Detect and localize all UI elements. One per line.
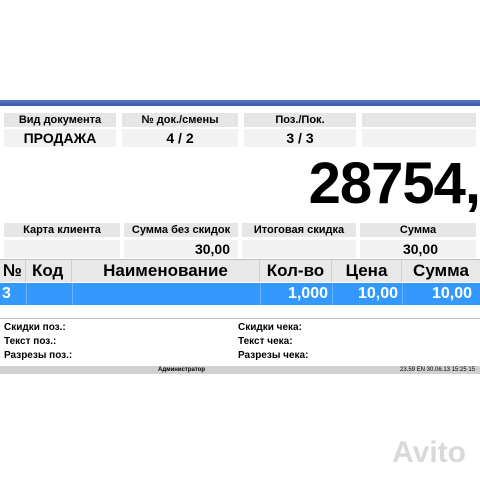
info-top-border [0,318,480,319]
row-divider [26,283,27,305]
doc-number-value: 4 / 2 [122,129,238,147]
sum-no-discount-value: 30,00 [124,240,238,258]
row-price-cell: 10,00 [332,283,402,305]
pos-cuts-label: Разрезы поз.: [4,350,73,361]
total-discount-label: Итоговая скидка [242,223,356,237]
pos-text-label: Текст поз.: [4,336,57,347]
total-display: 28754, [308,154,480,214]
col-name-header[interactable]: Наименование [72,260,260,282]
row-number-cell: 3 [2,283,26,305]
client-card-value [4,240,120,258]
col-price-header[interactable]: Цена [332,260,402,282]
row-name-cell [72,283,260,305]
avito-watermark: Avito [392,436,466,469]
check-text-label: Текст чека: [238,336,293,347]
sum-value: 30,00 [360,240,476,258]
check-discounts-label: Скидки чека: [238,322,302,333]
row-divider [402,283,403,305]
col-number-header[interactable]: № [0,260,26,282]
doc-type-label: Вид документа [4,113,116,127]
row-code-cell [26,283,72,305]
client-card-label: Карта клиента [4,223,120,237]
row-sum-cell: 10,00 [402,283,480,305]
col-code-header[interactable]: Код [26,260,72,282]
doc-number-label: № док./смены [122,113,238,127]
pos-discounts-label: Скидки поз.: [4,322,66,333]
check-cuts-label: Разрезы чека: [238,350,309,361]
sum-label: Сумма [360,223,476,237]
header-empty-label [362,113,476,127]
status-user: Администратор [158,367,206,373]
row-divider [260,283,261,305]
total-discount-value [242,240,356,258]
row-divider [72,283,73,305]
col-sum-header[interactable]: Сумма [402,260,480,282]
position-label: Поз./Пок. [244,113,356,127]
position-value: 3 / 3 [244,129,356,147]
row-qty-cell: 1,000 [260,283,332,305]
status-clock: 23.59 EN 30.06.13 15:25 15 [400,367,476,373]
sum-no-discount-label: Сумма без скидок [124,223,238,237]
doc-type-value: ПРОДАЖА [4,129,116,147]
col-qty-header[interactable]: Кол-во [260,260,332,282]
header-empty-value [362,129,476,147]
row-divider [332,283,333,305]
